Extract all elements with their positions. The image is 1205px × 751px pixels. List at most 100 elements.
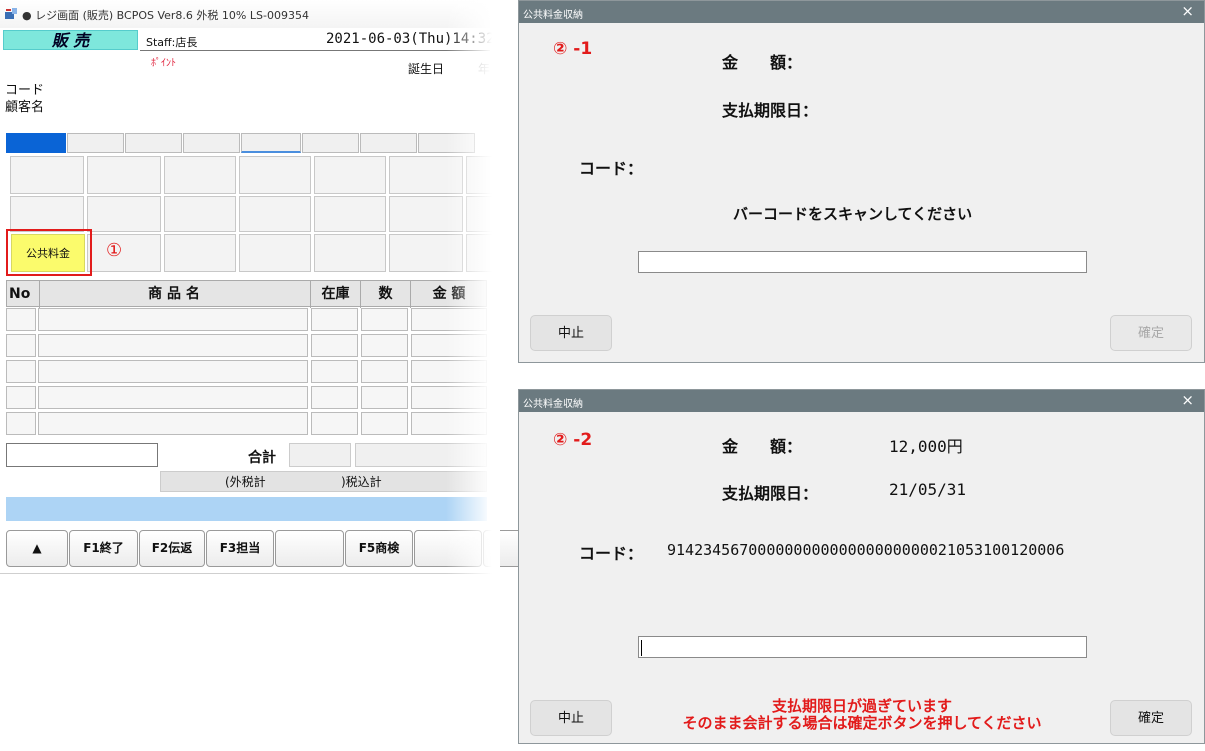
- product-button[interactable]: [239, 196, 311, 232]
- cell: [361, 412, 408, 435]
- product-button[interactable]: [239, 234, 311, 272]
- confirm-button[interactable]: 確定: [1110, 700, 1192, 736]
- code-value: 9142345670000000000000000000002105310012…: [667, 541, 1065, 559]
- pos-titlebar: ● レジ画面 (販売) BCPOS Ver8.6 外税 10% LS-00935…: [0, 0, 500, 28]
- product-button[interactable]: [87, 196, 161, 232]
- tax-excluded-label: (外税計: [225, 475, 266, 489]
- product-button[interactable]: [314, 156, 386, 194]
- amount-value: 12,000円: [889, 437, 963, 456]
- category-tab-1[interactable]: [6, 133, 66, 153]
- item-table-header: No 商 品 名 在庫 数 金 額: [6, 280, 487, 308]
- product-button[interactable]: [164, 156, 236, 194]
- col-product-name: 商 品 名: [38, 281, 311, 308]
- text-cursor: [641, 640, 642, 656]
- total-label: 合計: [248, 450, 276, 466]
- cell: [38, 308, 308, 331]
- table-row[interactable]: [6, 412, 487, 436]
- f3-staff-button[interactable]: F3担当: [206, 530, 274, 567]
- public-fee-dialog-scan: 公共料金収納 × ② -1 金 額： 支払期限日： コード： バーコードをスキャ…: [518, 0, 1205, 363]
- pos-window-title: ● レジ画面 (販売) BCPOS Ver8.6 外税 10% LS-00935…: [22, 9, 309, 22]
- barcode-input[interactable]: [638, 636, 1087, 658]
- annotation-step-1: ①: [106, 240, 123, 261]
- customer-name-label: 顧客名: [5, 100, 45, 115]
- f2-slip-return-button[interactable]: F2伝返: [139, 530, 205, 567]
- product-button[interactable]: [239, 156, 311, 194]
- category-tab-6[interactable]: [302, 133, 359, 153]
- cell: [311, 308, 358, 331]
- amount-label: 金 額：: [722, 53, 803, 72]
- cell: [38, 334, 308, 357]
- f1-exit-button[interactable]: F1終了: [69, 530, 138, 567]
- due-date-value: 21/05/31: [889, 480, 967, 499]
- close-icon[interactable]: ×: [1181, 391, 1194, 409]
- category-tab-5[interactable]: [241, 133, 301, 153]
- annotation-step-2-2: ② -2: [553, 430, 593, 450]
- total-qty-box: [289, 443, 351, 467]
- cell: [361, 334, 408, 357]
- warning-line-1: 支払期限日が過ぎています: [771, 697, 952, 715]
- mode-tab-sales[interactable]: 販 売: [3, 30, 138, 50]
- annotation-highlight-box: [6, 229, 92, 276]
- product-button[interactable]: [164, 196, 236, 232]
- cell: [38, 412, 308, 435]
- app-icon: [5, 8, 17, 19]
- cancel-button[interactable]: 中止: [530, 700, 612, 736]
- status-bar: [6, 497, 487, 521]
- category-tab-4[interactable]: [183, 133, 240, 153]
- annotation-step-2-1: ② -1: [553, 39, 593, 59]
- tax-included-label: )税込計: [341, 475, 382, 489]
- product-button[interactable]: [314, 196, 386, 232]
- cell: [311, 412, 358, 435]
- product-button[interactable]: [10, 196, 84, 232]
- point-label: ﾎﾟｲﾝﾄ: [151, 58, 176, 69]
- amount-label: 金 額：: [722, 437, 803, 456]
- staff-label: Staff:店長: [146, 36, 198, 49]
- due-date-label: 支払期限日：: [722, 484, 819, 503]
- warning-message: 支払期限日が過ぎています そのまま会計する場合は確定ボタンを押してください: [622, 698, 1102, 732]
- dialog-titlebar: 公共料金収納 ×: [519, 1, 1204, 23]
- col-stock: 在庫: [311, 281, 361, 308]
- cell: [6, 334, 36, 357]
- pos-window: ● レジ画面 (販売) BCPOS Ver8.6 外税 10% LS-00935…: [0, 0, 523, 574]
- f4-button[interactable]: [275, 530, 344, 567]
- cell: [6, 308, 36, 331]
- product-button[interactable]: [10, 156, 84, 194]
- cell: [361, 360, 408, 383]
- cell: [6, 386, 36, 409]
- scan-instruction: バーコードをスキャンしてください: [733, 205, 973, 223]
- product-button[interactable]: [87, 156, 161, 194]
- close-icon[interactable]: ×: [1181, 2, 1194, 20]
- cell: [361, 308, 408, 331]
- table-row[interactable]: [6, 386, 487, 410]
- public-fee-dialog-result: 公共料金収納 × ② -2 金 額： 12,000円 支払期限日： 21/05/…: [518, 389, 1205, 744]
- cell: [6, 412, 36, 435]
- cancel-button[interactable]: 中止: [530, 315, 612, 351]
- category-tab-2[interactable]: [67, 133, 124, 153]
- function-key-bar: ▲ F1終了 F2伝返 F3担当 F5商検 F: [6, 530, 523, 567]
- product-button[interactable]: [164, 234, 236, 272]
- cell: [311, 334, 358, 357]
- dialog-titlebar: 公共料金収納 ×: [519, 390, 1204, 412]
- cell: [311, 360, 358, 383]
- barcode-input[interactable]: [638, 251, 1087, 273]
- warning-line-2: そのまま会計する場合は確定ボタンを押してください: [682, 714, 1042, 732]
- f5-product-search-button[interactable]: F5商検: [345, 530, 413, 567]
- quantity-display[interactable]: [6, 443, 158, 467]
- code-label: コード：: [579, 159, 644, 178]
- category-tab-7[interactable]: [360, 133, 417, 153]
- window-edge-fade: [446, 0, 500, 574]
- category-tab-3[interactable]: [125, 133, 182, 153]
- header-divider: [140, 50, 490, 51]
- birthday-label: 誕生日: [408, 62, 445, 76]
- table-row[interactable]: [6, 360, 487, 384]
- confirm-button[interactable]: 確定: [1110, 315, 1192, 351]
- product-button[interactable]: [87, 234, 161, 272]
- tax-summary-bar: (外税計 )税込計: [160, 471, 487, 492]
- col-qty: 数: [361, 281, 411, 308]
- scroll-up-button[interactable]: ▲: [6, 530, 68, 567]
- cell: [311, 386, 358, 409]
- product-button[interactable]: [314, 234, 386, 272]
- table-row[interactable]: [6, 308, 487, 332]
- table-row[interactable]: [6, 334, 487, 358]
- col-no: No: [7, 281, 40, 308]
